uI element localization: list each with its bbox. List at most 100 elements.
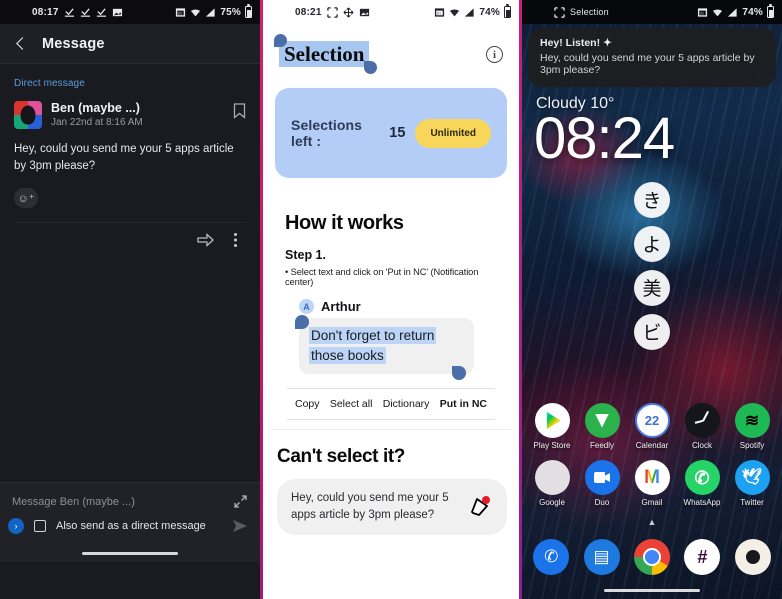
more-vertical-icon[interactable]	[233, 232, 238, 248]
context-menu-item-put-in-nc[interactable]: Put in NC	[440, 398, 487, 410]
context-menu-item-dictionary[interactable]: Dictionary	[383, 398, 430, 410]
app-label: Gmail	[641, 498, 663, 507]
status-bar-right-group: 31 74%	[434, 4, 519, 18]
avatar: A	[299, 299, 314, 315]
panel-message-app: 08:17 31 75% Message Direct message Ben …	[0, 0, 260, 599]
dock: ✆ ▤	[522, 529, 782, 581]
calendar-icon: 22	[634, 403, 670, 438]
camera-icon[interactable]	[734, 539, 771, 575]
clock-icon	[684, 403, 720, 438]
app-google-folder[interactable]: Google	[528, 460, 576, 507]
message-text: Hey, could you send me your 5 apps artic…	[14, 143, 234, 172]
message-appbar: Message	[0, 24, 260, 64]
context-menu: Copy Select all Dictionary Put in NC	[287, 388, 495, 421]
sign-char: き	[634, 181, 670, 218]
panel-homescreen: Selection 31 74% Hey! Listen! ✦ Hey, cou…	[522, 0, 782, 599]
spotify-icon	[734, 403, 770, 438]
app-twitter[interactable]: Twitter	[728, 460, 776, 507]
composer-input-row[interactable]: Message Ben (maybe ...)	[0, 483, 260, 518]
homescreen-content: Selection 31 74% Hey! Listen! ✦ Hey, cou…	[522, 0, 782, 599]
phone-icon[interactable]: ✆	[533, 539, 570, 575]
battery-icon	[767, 4, 774, 18]
chrome-icon[interactable]	[633, 539, 670, 575]
whatsapp-icon	[684, 460, 720, 495]
app-clock[interactable]: Clock	[678, 403, 726, 450]
feedly-icon	[584, 403, 620, 438]
send-icon[interactable]	[232, 519, 248, 533]
bookmark-icon[interactable]	[233, 103, 246, 119]
status-bar-right-group: 31 75%	[175, 4, 260, 18]
calendar-icon: 31	[435, 7, 445, 17]
info-icon[interactable]: i	[486, 46, 503, 63]
sender-name: Ben (maybe ...)	[51, 101, 140, 115]
sign-char: ビ	[634, 313, 670, 350]
unlimited-button[interactable]: Unlimited	[415, 118, 491, 148]
step-description: • Select text and click on 'Put in NC' (…	[285, 267, 479, 288]
message-header: Ben (maybe ...) Jan 22nd at 8:16 AM	[14, 101, 246, 129]
context-menu-item-select-all[interactable]: Select all	[330, 398, 373, 410]
selection-icon	[554, 6, 565, 18]
how-it-works-card: How it works Step 1. • Select text and c…	[271, 196, 511, 431]
status-bar-right: Selection 31 74%	[522, 0, 782, 24]
signal-icon	[465, 7, 474, 17]
selection-handle-end[interactable]	[452, 366, 466, 381]
add-icon[interactable]: ›	[8, 518, 24, 535]
clock-widget[interactable]: 08:24	[534, 108, 782, 170]
bell-notification-icon[interactable]	[465, 493, 493, 521]
app-whatsapp[interactable]: WhatsApp	[678, 460, 726, 507]
avatar	[14, 101, 42, 129]
app-play-store[interactable]: Play Store	[528, 403, 576, 450]
slack-icon[interactable]	[684, 539, 721, 575]
forward-arrow-icon[interactable]	[197, 232, 215, 247]
app-spotify[interactable]: Spotify	[728, 403, 776, 450]
app-calendar[interactable]: 22 Calendar	[628, 403, 676, 450]
sign-char: よ	[634, 225, 670, 262]
message-scroll-space	[0, 256, 260, 483]
demo-bubble: Don't forget to return those books	[299, 318, 474, 375]
message-actions	[14, 222, 246, 256]
step-title: Step 1.	[285, 248, 326, 263]
cant-select-bubble: Hey, could you send me your 5 apps artic…	[277, 479, 507, 535]
selection-handle-start[interactable]	[274, 34, 287, 47]
selection-icon	[326, 6, 338, 18]
battery-percent: 74%	[742, 6, 763, 18]
app-gmail[interactable]: Gmail	[628, 460, 676, 507]
image-icon	[112, 8, 122, 16]
direct-message-checkbox[interactable]	[34, 520, 46, 533]
check-down-icon	[96, 7, 106, 17]
calendar-icon: 31	[176, 7, 186, 17]
expand-icon[interactable]	[233, 494, 248, 509]
battery-icon	[504, 4, 511, 18]
status-bar-left-group: Selection	[522, 6, 609, 18]
back-icon[interactable]	[14, 37, 28, 51]
wallpaper-sign: き よ 美 ビ	[634, 181, 670, 350]
status-app-label: Selection	[570, 7, 609, 17]
add-reaction-icon[interactable]: ☺⁺	[14, 188, 38, 209]
context-menu-item-copy[interactable]: Copy	[295, 398, 320, 410]
message-input[interactable]: Message Ben (maybe ...)	[12, 496, 135, 508]
sender-block: Ben (maybe ...) Jan 22nd at 8:16 AM	[51, 101, 143, 128]
status-time: 08:21	[295, 6, 322, 18]
app-label: Calendar	[635, 441, 669, 450]
svg-text:31: 31	[700, 11, 704, 15]
messages-icon[interactable]: ▤	[583, 539, 620, 575]
app-drawer-arrow-icon[interactable]: ▲	[522, 517, 782, 527]
sign-char: 美	[634, 269, 670, 306]
app-label: Spotify	[739, 441, 765, 450]
direct-message-label: Direct message	[14, 78, 85, 89]
selections-left-value: 15	[389, 125, 406, 142]
selection-handle-end[interactable]	[364, 61, 378, 75]
demo-chat-line: A Arthur	[285, 299, 497, 315]
status-bar-left-group: 08:17	[0, 7, 123, 18]
app-duo[interactable]: Duo	[578, 460, 626, 507]
app-row: Play Store Feedly 22 Calendar Clock ≋ Sp…	[528, 403, 776, 450]
notification-card[interactable]: Hey! Listen! ✦ Hey, could you send me yo…	[528, 28, 776, 87]
status-bar-left: 08:17 31 75%	[0, 0, 260, 24]
signal-icon	[728, 7, 737, 17]
cant-select-text: Hey, could you send me your 5 apps artic…	[291, 492, 449, 521]
status-time: 08:17	[32, 6, 59, 18]
battery-percent: 74%	[479, 6, 500, 18]
app-feedly[interactable]: Feedly	[578, 403, 626, 450]
checkbox-label: Also send as a direct message	[56, 520, 206, 533]
app-label: Feedly	[589, 441, 614, 450]
